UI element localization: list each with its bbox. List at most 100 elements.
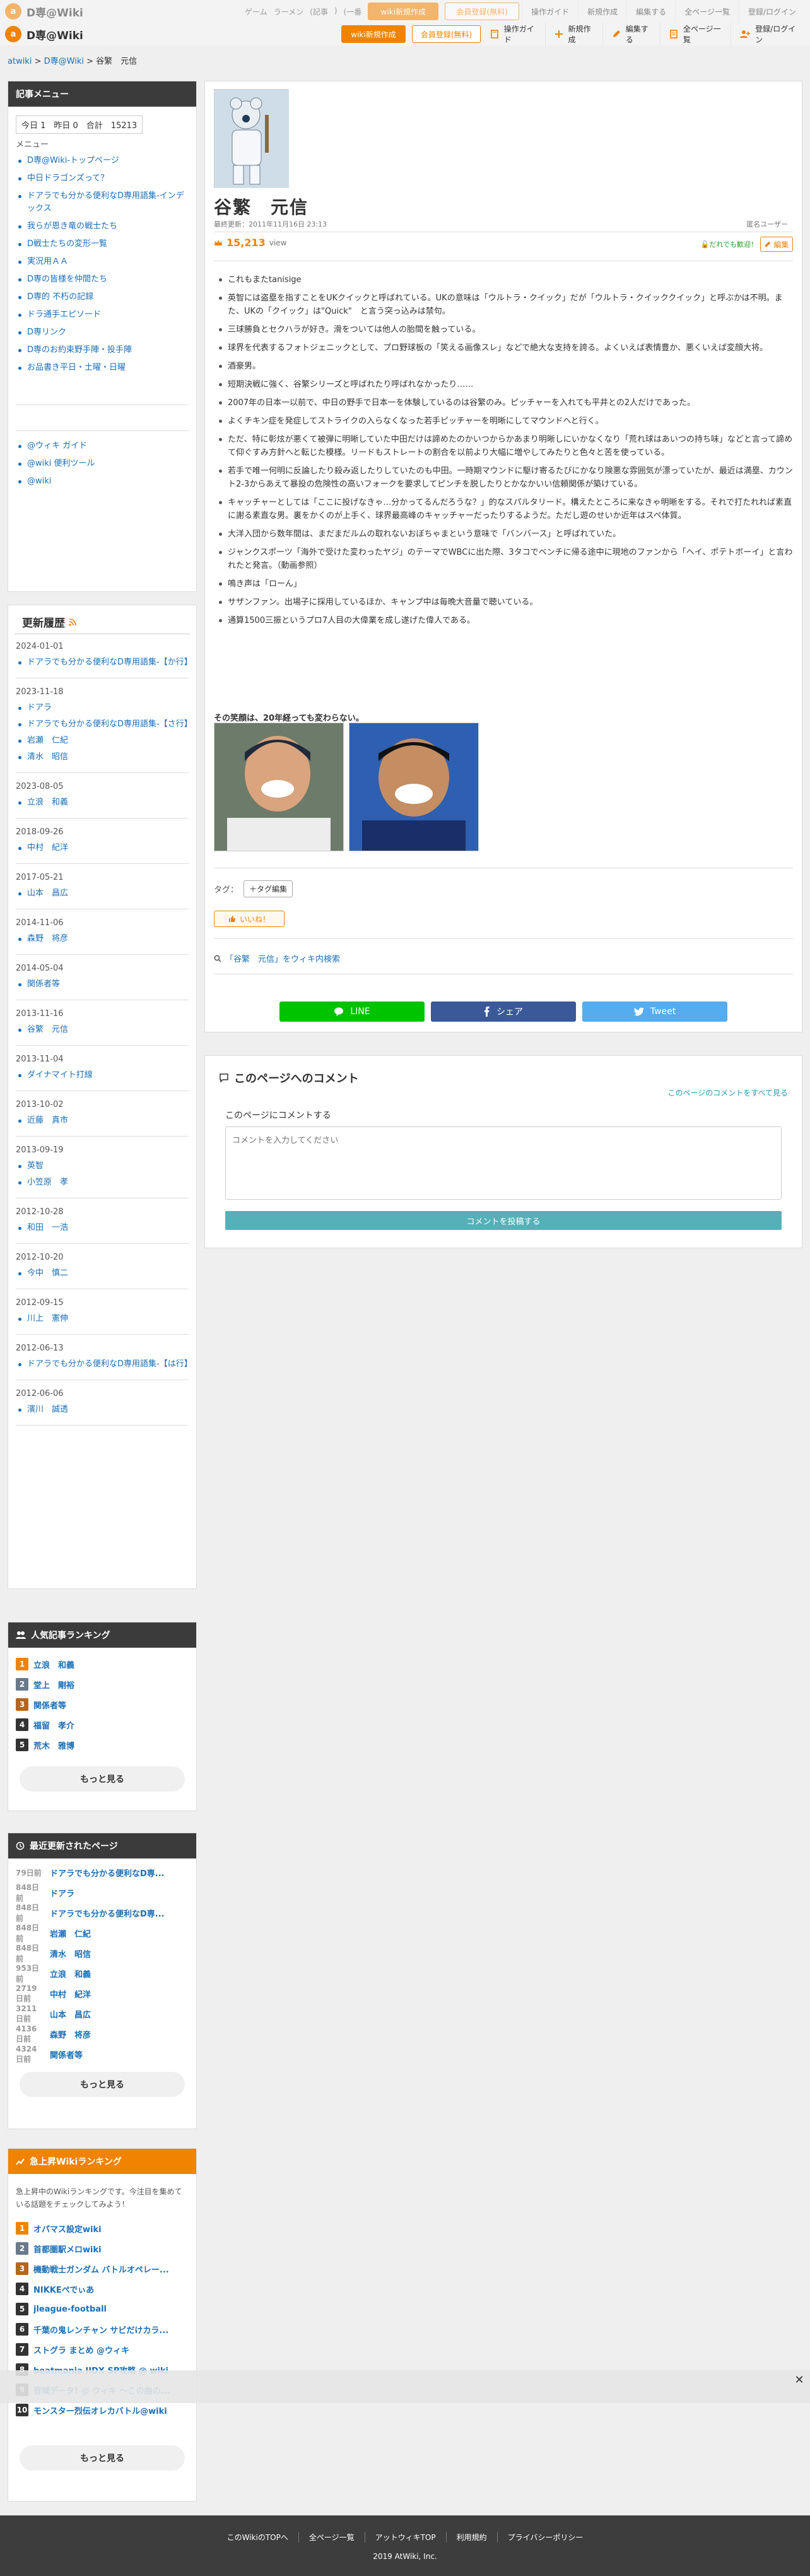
history-item[interactable]: 川上 憲伸 xyxy=(16,1313,189,1325)
ranking-row[interactable]: 5 荒木 雅博 xyxy=(8,1735,196,1755)
rank-title[interactable]: 荒木 雅博 xyxy=(33,1739,74,1751)
post-comment-button[interactable]: コメントを投稿する xyxy=(225,1211,782,1230)
recent-row[interactable]: 3211日前 山本 昌広 xyxy=(8,2004,196,2024)
rank-title[interactable]: 立浪 和義 xyxy=(33,1658,74,1670)
recent-title[interactable]: 岩瀬 仁紀 xyxy=(50,1927,91,1939)
ranking-row[interactable]: 3 機動戦士ガンダム バトルオペレー... xyxy=(8,2259,196,2279)
history-item[interactable]: ドアラでも分かる便利なD専用語集-【は行】 xyxy=(16,1358,192,1371)
ranking-row[interactable]: 6 千葉の鬼レンチャン サビだけカラ... xyxy=(8,2319,196,2339)
rank-title[interactable]: 千葉の鬼レンチャン サビだけカラ... xyxy=(33,2324,168,2336)
recent-title[interactable]: 山本 昌広 xyxy=(50,2008,91,2020)
rank-title[interactable]: 堂上 剛裕 xyxy=(33,1679,74,1691)
recent-title[interactable]: 関係者等 xyxy=(50,2048,83,2060)
rank-title[interactable]: 関係者等 xyxy=(33,1699,66,1711)
rank-title[interactable]: ストグラ まとめ @ウィキ xyxy=(33,2344,129,2356)
wiki-new-button[interactable]: wiki新規作成 xyxy=(341,25,406,43)
wiki-search-link[interactable]: 「谷繁 元信」をウィキ内検索 xyxy=(214,952,340,964)
history-item[interactable]: ドアラでも分かる便利なD専用語集-【さ行】 xyxy=(16,718,192,731)
sidebar-item[interactable]: D専リンク xyxy=(16,326,189,339)
ranking-row[interactable]: 3 関係者等 xyxy=(8,1694,196,1715)
history-item[interactable]: ドアラでも分かる便利なD専用語集-【か行】 xyxy=(16,656,192,669)
recent-title[interactable]: 森野 将彦 xyxy=(50,2028,91,2040)
recent-row[interactable]: 848日前 ドアラ xyxy=(8,1882,196,1903)
recent-row[interactable]: 848日前 岩瀬 仁紀 xyxy=(8,1923,196,1943)
ranking-row[interactable]: 4 NIKKEぺでぃあ xyxy=(8,2279,196,2299)
history-item[interactable]: 清水 昭信 xyxy=(16,751,189,764)
footer-link-all-pages[interactable]: 全ページ一覧 xyxy=(298,2532,365,2543)
recent-row[interactable]: 2719日前 中村 紀洋 xyxy=(8,1983,196,2004)
rank-title[interactable]: オパマス設定wiki xyxy=(33,2223,102,2235)
rising-more-button[interactable]: もっと見る xyxy=(20,2445,185,2471)
tool-item[interactable]: @wiki 便利ツール xyxy=(16,458,189,470)
recent-row[interactable]: 4136日前 森野 将彦 xyxy=(8,2024,196,2044)
history-item[interactable]: 関係者等 xyxy=(16,978,189,991)
rss-icon[interactable] xyxy=(69,618,76,626)
all-comments-link[interactable]: このページのコメントをすべて見る xyxy=(668,1087,788,1098)
history-item[interactable]: 英智 xyxy=(16,1160,189,1173)
menu-login[interactable]: 登録/ログイン xyxy=(731,23,805,45)
history-item[interactable]: 和田 一浩 xyxy=(16,1222,189,1234)
history-item[interactable]: ドアラ xyxy=(16,702,189,714)
rank-title[interactable]: NIKKEぺでぃあ xyxy=(33,2283,94,2295)
rank-title[interactable]: 機動戦士ガンダム バトルオペレー... xyxy=(33,2263,169,2275)
ranking-row[interactable]: 7 ストグラ まとめ @ウィキ xyxy=(8,2339,196,2360)
rank-title[interactable]: 福留 孝介 xyxy=(33,1719,74,1731)
recent-row[interactable]: 953日前 立浪 和義 xyxy=(8,1963,196,1983)
menu-all-pages[interactable]: 全ページ一覧 xyxy=(659,23,731,45)
ranking-row[interactable]: 1 オパマス設定wiki xyxy=(8,2218,196,2238)
recent-more-button[interactable]: もっと見る xyxy=(20,2072,185,2097)
history-item[interactable]: 谷繁 元信 xyxy=(16,1024,189,1036)
sidebar-item[interactable]: D専的 不朽の記録 xyxy=(16,291,189,304)
sidebar-item[interactable]: 我らが恩き竜の戦士たち xyxy=(16,220,189,233)
recent-row[interactable]: 848日前 ドアラでも分かる便利なD専... xyxy=(8,1903,196,1923)
rank-title[interactable]: 首都圏駅メロwiki xyxy=(33,2243,102,2255)
tool-item[interactable]: @wiki xyxy=(16,475,189,488)
ranking-row[interactable]: 4 福留 孝介 xyxy=(8,1715,196,1735)
recent-title[interactable]: 中村 紀洋 xyxy=(50,1988,91,2000)
tool-item[interactable]: @ウィキ ガイド xyxy=(16,440,189,452)
menu-edit[interactable]: 編集する xyxy=(602,23,660,45)
rank-title[interactable]: jleague-football xyxy=(33,2305,107,2314)
recent-row[interactable]: 79日前 ドアラでも分かる便利なD専... xyxy=(8,1862,196,1882)
history-item[interactable]: 濱川 誠透 xyxy=(16,1403,189,1416)
recent-title[interactable]: ドアラ xyxy=(50,1887,74,1899)
rank-title[interactable]: モンスター烈伝オレカバトル@wiki xyxy=(33,2404,167,2416)
footer-link-top[interactable]: このWikiのTOPへ xyxy=(217,2532,298,2543)
popular-more-button[interactable]: もっと見る xyxy=(20,1766,185,1792)
breadcrumb-home[interactable]: atwiki xyxy=(8,57,32,66)
history-item[interactable]: 立浪 和義 xyxy=(16,796,189,809)
history-item[interactable]: 近藤 真市 xyxy=(16,1114,189,1127)
tag-edit-button[interactable]: ＋タグ編集 xyxy=(244,880,293,897)
history-item[interactable]: 山本 昌広 xyxy=(16,887,189,900)
history-item[interactable]: 中村 紀洋 xyxy=(16,842,189,854)
recent-title[interactable]: 立浪 和義 xyxy=(50,1968,91,1980)
history-item[interactable]: 岩瀬 仁紀 xyxy=(16,735,189,747)
facebook-share-button[interactable]: シェア xyxy=(431,1001,576,1022)
close-icon[interactable]: ✕ xyxy=(792,2373,806,2387)
recent-row[interactable]: 848日前 清水 昭信 xyxy=(8,1943,196,1963)
recent-title[interactable]: ドアラでも分かる便利なD専... xyxy=(50,1867,165,1879)
site-logo[interactable]: a D専@Wiki xyxy=(5,26,225,42)
history-item[interactable]: 森野 将彦 xyxy=(16,933,189,945)
ranking-row[interactable]: 1 立浪 和義 xyxy=(8,1654,196,1674)
ranking-row[interactable]: 2 堂上 剛裕 xyxy=(8,1674,196,1694)
breadcrumb-site[interactable]: D専@Wiki xyxy=(44,57,84,66)
edit-button[interactable]: 編集 xyxy=(760,237,793,252)
comment-input[interactable] xyxy=(225,1126,782,1200)
sidebar-item[interactable]: D戦士たちの変形一覧 xyxy=(16,238,189,251)
recent-title[interactable]: 清水 昭信 xyxy=(50,1947,91,1959)
history-item[interactable]: 今中 慎二 xyxy=(16,1267,189,1280)
sidebar-item[interactable]: D専@Wiki-トップページ xyxy=(16,155,189,167)
sidebar-item[interactable]: 実況用ＡＡ xyxy=(16,256,189,268)
sidebar-item[interactable]: D専のお約束野手陣・投手陣 xyxy=(16,344,189,357)
recent-title[interactable]: ドアラでも分かる便利なD専... xyxy=(50,1907,165,1919)
recent-row[interactable]: 4324日前 関係者等 xyxy=(8,2044,196,2064)
footer-link-privacy[interactable]: プライバシーポリシー xyxy=(496,2532,594,2543)
member-register-button[interactable]: 会員登録(無料) xyxy=(412,25,481,43)
menu-guide[interactable]: 操作ガイド xyxy=(480,23,545,45)
menu-new[interactable]: 新規作成 xyxy=(544,23,602,45)
ranking-row[interactable]: 2 首都圏駅メロwiki xyxy=(8,2238,196,2259)
footer-link-atwiki-top[interactable]: アットウィキTOP xyxy=(364,2532,446,2543)
history-item[interactable]: 小笠原 孝 xyxy=(16,1176,189,1189)
footer-link-terms[interactable]: 利用規約 xyxy=(445,2532,497,2543)
